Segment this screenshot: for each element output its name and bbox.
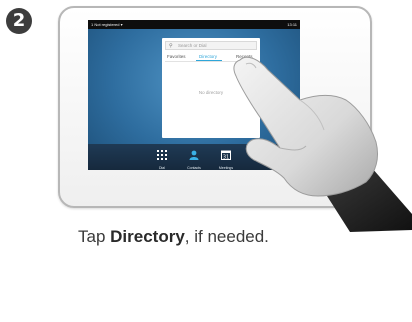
caption-emphasis: Directory — [110, 227, 185, 246]
pointing-hand-icon — [233, 56, 412, 232]
caption-prefix: Tap — [78, 227, 111, 246]
instruction-caption: Tap Directory, if needed. — [78, 226, 298, 248]
caption-suffix: , if needed. — [184, 227, 269, 246]
